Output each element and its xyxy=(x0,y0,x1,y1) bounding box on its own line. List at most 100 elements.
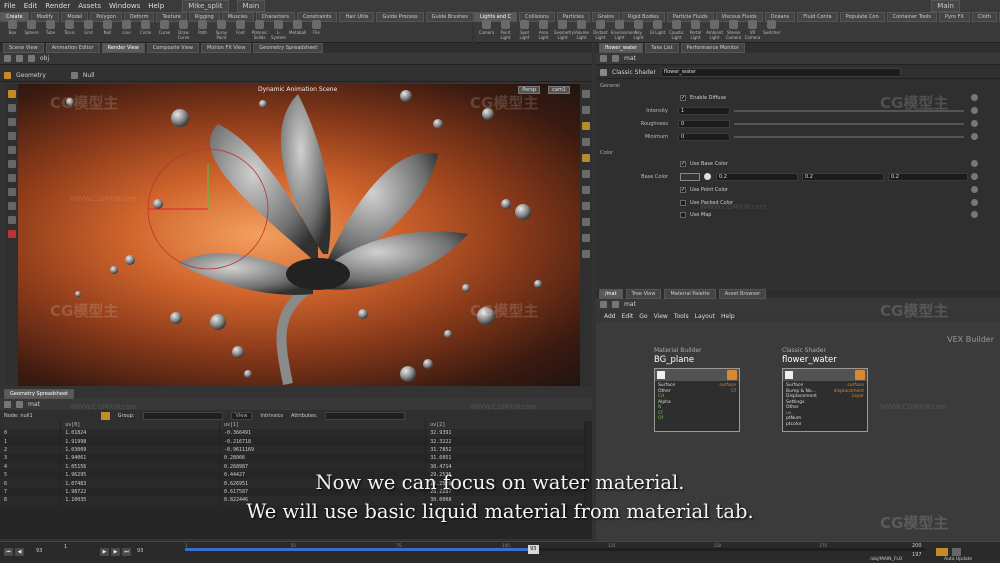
intrinsics-toggle[interactable]: Intrinsics xyxy=(260,413,283,419)
param-gear-icon[interactable] xyxy=(971,199,978,206)
shelf-tool[interactable]: Area Light xyxy=(535,20,552,40)
network-menu-item[interactable]: Tools xyxy=(674,313,689,320)
shelf-tool[interactable]: Sky Light xyxy=(630,20,647,40)
step-forward-icon[interactable]: ▶ xyxy=(111,548,120,556)
table-row[interactable]: 2 1.03009 -0.9611169 31.7852 xyxy=(0,445,585,455)
grid-icon[interactable] xyxy=(582,234,590,242)
intensity-field[interactable]: 1 xyxy=(678,106,730,115)
param-gear-icon[interactable] xyxy=(971,160,978,167)
tab-geometry-spreadsheet[interactable]: Geometry Spreadsheet xyxy=(4,388,75,399)
menu-edit[interactable]: Edit xyxy=(24,2,38,10)
network-menu-item[interactable]: Add xyxy=(604,313,616,320)
enable-diffuse-checkbox[interactable]: ✓ xyxy=(680,94,686,101)
use-base-color-checkbox[interactable]: ✓ xyxy=(680,160,686,167)
points-icon[interactable] xyxy=(582,154,590,162)
column-header[interactable]: uv[0] xyxy=(60,421,220,429)
port-output[interactable]: Cf xyxy=(731,389,736,395)
pane-tab[interactable]: Performance Monitor xyxy=(680,42,745,53)
ghost-icon[interactable] xyxy=(582,122,590,130)
column-header[interactable] xyxy=(0,421,62,429)
node2-name[interactable]: flower_water xyxy=(782,355,837,365)
shelf-tool[interactable]: Portal Light xyxy=(687,20,704,40)
pane-tab[interactable]: Material Palette xyxy=(664,288,716,299)
brush-tool-icon[interactable] xyxy=(8,174,16,182)
shelf-tool[interactable]: Font xyxy=(232,20,249,40)
shader-name-field[interactable]: flower_water xyxy=(660,68,901,77)
snapshot-icon[interactable] xyxy=(582,250,590,258)
viewport-object[interactable]: Geometry xyxy=(16,72,46,79)
pane-tab[interactable]: Asset Browser xyxy=(718,288,767,299)
node-flag-icon[interactable] xyxy=(727,370,737,380)
network-menu-item[interactable]: View xyxy=(654,313,668,320)
shelf-tool[interactable]: Caustic Light xyxy=(668,20,685,40)
shelf-tool[interactable]: L-System xyxy=(270,20,287,40)
param-gear-icon[interactable] xyxy=(971,107,978,114)
shelf-tool[interactable]: Tube xyxy=(42,20,59,40)
pane-tab[interactable]: Tree View xyxy=(625,288,662,299)
shelf-tool[interactable]: GI Light xyxy=(649,20,666,40)
node-port[interactable]: Of xyxy=(658,416,736,422)
back-arrow-icon[interactable] xyxy=(600,55,607,62)
render-viewport[interactable]: Dynamic Animation Scene Persp cam1 xyxy=(18,84,590,386)
shelf-tool[interactable]: Camera xyxy=(478,20,495,40)
camera-menu[interactable]: cam1 xyxy=(548,86,570,94)
shelf-tool[interactable]: VR Camera xyxy=(744,20,761,40)
step-back-icon[interactable]: ◀ xyxy=(15,548,24,556)
camera-lock-icon[interactable] xyxy=(582,202,590,210)
network-menu-item[interactable]: Go xyxy=(639,313,647,320)
forward-arrow-icon[interactable] xyxy=(16,55,23,62)
node1-name[interactable]: BG_plane xyxy=(654,355,694,365)
table-row[interactable]: 3 1.94061 0.28066 31.6051 xyxy=(0,454,585,463)
shelf-tool[interactable]: Null xyxy=(99,20,116,40)
use-map-checkbox[interactable] xyxy=(680,211,686,218)
shelf-tool[interactable]: Line xyxy=(118,20,135,40)
spreadsheet-path[interactable]: mat xyxy=(28,401,40,408)
desktop-selector[interactable]: Mike_split xyxy=(182,0,229,12)
timeline-track[interactable]: 93 xyxy=(185,545,925,554)
record-tool-icon[interactable] xyxy=(8,230,16,238)
base-color-b[interactable]: 0.2 xyxy=(888,172,968,181)
shelf-tool[interactable]: Switcher xyxy=(763,20,780,40)
section-color[interactable]: Color xyxy=(600,150,613,156)
forward-arrow-icon[interactable] xyxy=(16,400,23,408)
shelf-tool[interactable]: Platonic Solids xyxy=(251,20,268,40)
shelf-tool[interactable]: Spray Paint xyxy=(213,20,230,40)
port-output[interactable]: Layer xyxy=(851,394,864,400)
auto-update-menu[interactable]: Auto Update xyxy=(944,557,972,562)
param-gear-icon[interactable] xyxy=(971,94,978,101)
shelf-tool[interactable]: File xyxy=(308,20,325,40)
frame-field[interactable]: 93 xyxy=(137,548,143,554)
wireframe-icon[interactable] xyxy=(582,138,590,146)
minimum-slider[interactable] xyxy=(734,135,964,138)
minimum-field[interactable]: 0 xyxy=(678,132,730,141)
shelf-tool[interactable]: Box xyxy=(4,20,21,40)
desktop-main[interactable]: Main xyxy=(236,0,266,12)
column-header[interactable]: uv[1] xyxy=(219,421,427,429)
display-options-icon[interactable] xyxy=(582,90,590,98)
viewport-node[interactable]: Null xyxy=(83,72,95,79)
right-desktop[interactable]: Main xyxy=(931,0,960,12)
table-row[interactable]: 0 1.01824 -0.366491 32.9391 xyxy=(0,429,585,438)
base-color-swatch[interactable] xyxy=(680,172,700,181)
attributes-field[interactable] xyxy=(325,411,406,420)
end-frame-2[interactable]: 197 xyxy=(912,552,922,558)
shelf-tool[interactable]: Distant Light xyxy=(592,20,609,40)
move-tool-icon[interactable] xyxy=(8,104,16,112)
roughness-field[interactable]: 0 xyxy=(678,119,730,128)
pose-tool-icon[interactable] xyxy=(8,160,16,168)
param-gear-icon[interactable] xyxy=(971,211,978,218)
back-arrow-icon[interactable] xyxy=(600,300,607,308)
shelf-tool[interactable]: Circle xyxy=(137,20,154,40)
pane-tab[interactable]: Render View xyxy=(101,42,145,53)
forward-arrow-icon[interactable] xyxy=(612,55,619,62)
rotate-tool-icon[interactable] xyxy=(8,118,16,126)
param-gear-icon[interactable] xyxy=(971,186,978,193)
current-frame-field[interactable]: 93 xyxy=(36,548,42,554)
pane-tab[interactable]: /mat xyxy=(599,288,623,299)
lights-icon[interactable] xyxy=(582,186,590,194)
shelf-tool[interactable]: Spot Light xyxy=(516,20,533,40)
param-gear-icon[interactable] xyxy=(971,133,978,140)
shelf-tool[interactable]: Path xyxy=(194,20,211,40)
section-general[interactable]: General xyxy=(600,83,620,89)
handle-tool-icon[interactable] xyxy=(8,146,16,154)
